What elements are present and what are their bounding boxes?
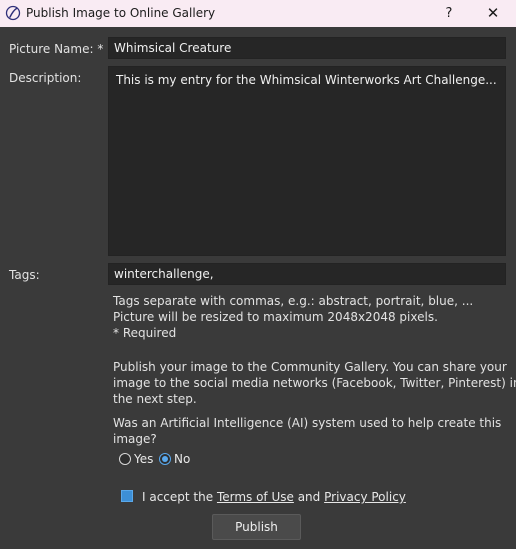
privacy-policy-link[interactable]: Privacy Policy [324,490,406,504]
publish-info-line-2: image to the social media networks (Face… [113,376,516,390]
accept-prefix: I accept the [142,490,217,504]
accept-terms-text: I accept the Terms of Use and Privacy Po… [142,490,406,504]
accept-terms-checkbox[interactable] [121,490,133,502]
ai-yes-radio[interactable] [119,453,131,465]
accept-conjunction: and [293,490,325,504]
required-hint: * Required [113,326,177,340]
window-title: Publish Image to Online Gallery [26,6,216,20]
description-label: Description: [9,71,82,85]
ai-no-radio[interactable] [159,453,171,465]
publish-info-line-1: Publish your image to the Community Gall… [113,360,507,374]
close-icon[interactable]: ✕ [470,0,516,27]
picture-name-label: Picture Name: * [9,42,104,56]
ai-yes-label[interactable]: Yes [134,452,153,466]
description-textarea[interactable]: This is my entry for the Whimsical Winte… [108,66,506,256]
publish-button[interactable]: Publish [212,514,301,540]
tags-label: Tags: [9,268,40,282]
title-bar: Publish Image to Online Gallery ? ✕ [0,0,516,27]
terms-of-use-link[interactable]: Terms of Use [217,490,294,504]
help-icon[interactable]: ? [440,0,458,27]
picture-name-input[interactable]: Whimsical Creature [108,37,506,59]
app-logo-icon [5,5,21,21]
tags-input[interactable]: winterchallenge, [108,263,506,285]
ai-no-label[interactable]: No [174,452,190,466]
tags-hint: Tags separate with commas, e.g.: abstrac… [113,294,474,308]
resize-hint: Picture will be resized to maximum 2048x… [113,310,438,324]
publish-info-line-3: the next step. [113,392,197,406]
ai-question-line-2: image? [113,432,157,446]
ai-question-line-1: Was an Artificial Intelligence (AI) syst… [113,416,502,430]
